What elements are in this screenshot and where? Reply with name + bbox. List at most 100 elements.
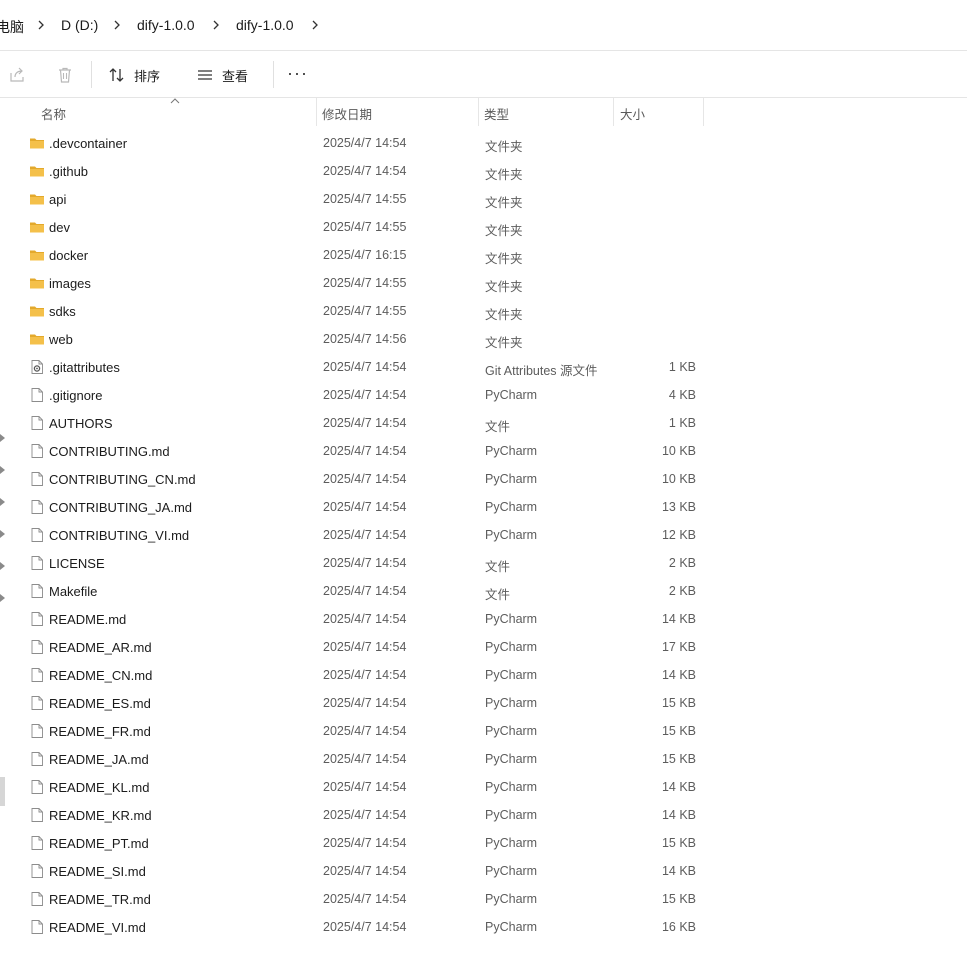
file-date-modified: 2025/4/7 14:54 — [323, 836, 407, 850]
file-row[interactable]: sdks 2025/4/7 14:55 文件夹 — [0, 297, 967, 325]
trash-icon[interactable] — [56, 66, 74, 84]
breadcrumb-this-pc[interactable]: 电脑 — [0, 17, 24, 37]
breadcrumb-dify-current[interactable]: dify-1.0.0 — [236, 17, 294, 33]
file-name: AUTHORS — [49, 416, 113, 431]
file-name: .gitignore — [49, 388, 103, 403]
sort-label: 排序 — [134, 68, 161, 84]
column-header-date[interactable]: 修改日期 — [322, 104, 372, 123]
file-row[interactable]: README_AR.md 2025/4/7 14:54 PyCharm 17 K… — [0, 633, 967, 661]
column-divider[interactable] — [316, 98, 317, 126]
file-row[interactable]: AUTHORS 2025/4/7 14:54 文件 1 KB — [0, 409, 967, 437]
column-header-size[interactable]: 大小 — [620, 104, 645, 123]
file-date-modified: 2025/4/7 14:55 — [323, 304, 407, 318]
file-size: 14 KB — [661, 808, 696, 822]
file-name: README_KL.md — [49, 780, 150, 795]
file-size: 4 KB — [668, 388, 696, 402]
file-date-modified: 2025/4/7 16:15 — [323, 248, 407, 262]
file-row[interactable]: .gitignore 2025/4/7 14:54 PyCharm 4 KB — [0, 381, 967, 409]
file-size: 16 KB — [661, 920, 696, 934]
file-name: CONTRIBUTING_JA.md — [49, 500, 193, 515]
file-size: 14 KB — [661, 780, 696, 794]
file-type: PyCharm — [485, 500, 538, 514]
column-divider[interactable] — [613, 98, 614, 126]
file-row[interactable]: Makefile 2025/4/7 14:54 文件 2 KB — [0, 577, 967, 605]
file-type: 文件夹 — [485, 168, 523, 182]
file-row[interactable]: README_CN.md 2025/4/7 14:54 PyCharm 14 K… — [0, 661, 967, 689]
file-row[interactable]: dev 2025/4/7 14:55 文件夹 — [0, 213, 967, 241]
file-row[interactable]: README_PT.md 2025/4/7 14:54 PyCharm 15 K… — [0, 829, 967, 857]
file-name: .gitattributes — [49, 360, 120, 375]
file-name: README_ES.md — [49, 696, 151, 711]
file-name: sdks — [49, 304, 76, 319]
file-icon — [29, 471, 45, 487]
file-row[interactable]: README_ES.md 2025/4/7 14:54 PyCharm 15 K… — [0, 689, 967, 717]
file-date-modified: 2025/4/7 14:54 — [323, 136, 407, 150]
file-row[interactable]: README_JA.md 2025/4/7 14:54 PyCharm 15 K… — [0, 745, 967, 773]
file-row[interactable]: README_VI.md 2025/4/7 14:54 PyCharm 16 K… — [0, 913, 967, 941]
file-row[interactable]: README_SI.md 2025/4/7 14:54 PyCharm 14 K… — [0, 857, 967, 885]
file-icon — [29, 723, 45, 739]
chevron-right-icon[interactable] — [308, 18, 322, 32]
file-size: 15 KB — [661, 836, 696, 850]
file-row[interactable]: README_KL.md 2025/4/7 14:54 PyCharm 14 K… — [0, 773, 967, 801]
toolbar-separator — [273, 61, 274, 88]
file-type: 文件夹 — [485, 140, 523, 154]
file-icon — [29, 527, 45, 543]
file-row[interactable]: CONTRIBUTING_CN.md 2025/4/7 14:54 PyChar… — [0, 465, 967, 493]
file-row[interactable]: api 2025/4/7 14:55 文件夹 — [0, 185, 967, 213]
file-row[interactable]: .gitattributes 2025/4/7 14:54 Git Attrib… — [0, 353, 967, 381]
file-type: PyCharm — [485, 780, 538, 794]
file-size: 2 KB — [668, 584, 696, 598]
file-date-modified: 2025/4/7 14:54 — [323, 444, 407, 458]
file-type: PyCharm — [485, 388, 538, 402]
file-icon — [29, 891, 45, 907]
file-size: 2 KB — [668, 556, 696, 570]
file-name: .devcontainer — [49, 136, 128, 151]
file-row[interactable]: README_KR.md 2025/4/7 14:54 PyCharm 14 K… — [0, 801, 967, 829]
file-icon — [29, 919, 45, 935]
file-row[interactable]: CONTRIBUTING_VI.md 2025/4/7 14:54 PyChar… — [0, 521, 967, 549]
toolbar-separator — [91, 61, 92, 88]
sort-button[interactable]: 排序 — [108, 65, 160, 85]
share-icon[interactable] — [8, 66, 26, 84]
chevron-right-icon[interactable] — [110, 18, 124, 32]
file-row[interactable]: CONTRIBUTING.md 2025/4/7 14:54 PyCharm 1… — [0, 437, 967, 465]
address-bar[interactable]: 电脑 D (D:) dify-1.0.0 dify-1.0.0 — [0, 0, 967, 51]
file-row[interactable]: CONTRIBUTING_JA.md 2025/4/7 14:54 PyChar… — [0, 493, 967, 521]
chevron-right-icon[interactable] — [209, 18, 223, 32]
file-type: PyCharm — [485, 864, 538, 878]
file-row[interactable]: LICENSE 2025/4/7 14:54 文件 2 KB — [0, 549, 967, 577]
file-type: 文件 — [485, 560, 511, 574]
breadcrumb-dify-parent[interactable]: dify-1.0.0 — [137, 17, 195, 33]
column-divider[interactable] — [478, 98, 479, 126]
file-row[interactable]: images 2025/4/7 14:55 文件夹 — [0, 269, 967, 297]
column-header-name[interactable]: 名称 — [41, 104, 66, 123]
view-list-icon — [198, 70, 212, 80]
file-size: 1 KB — [668, 416, 696, 430]
breadcrumb-drive-d[interactable]: D (D:) — [61, 17, 98, 33]
chevron-right-icon[interactable] — [34, 18, 48, 32]
file-row[interactable]: .devcontainer 2025/4/7 14:54 文件夹 — [0, 129, 967, 157]
file-date-modified: 2025/4/7 14:54 — [323, 752, 407, 766]
file-row[interactable]: docker 2025/4/7 16:15 文件夹 — [0, 241, 967, 269]
file-row[interactable]: README_TR.md 2025/4/7 14:54 PyCharm 15 K… — [0, 885, 967, 913]
column-divider[interactable] — [703, 98, 704, 126]
file-date-modified: 2025/4/7 14:54 — [323, 892, 407, 906]
file-row[interactable]: README.md 2025/4/7 14:54 PyCharm 14 KB — [0, 605, 967, 633]
file-type: PyCharm — [485, 836, 538, 850]
file-date-modified: 2025/4/7 14:55 — [323, 220, 407, 234]
file-name: README_SI.md — [49, 864, 146, 879]
file-icon — [29, 415, 45, 431]
column-header-type[interactable]: 类型 — [484, 104, 509, 123]
file-icon — [29, 499, 45, 515]
more-options-button[interactable]: ··· — [287, 63, 311, 87]
view-button[interactable]: 查看 — [196, 65, 248, 85]
command-bar: 排序 查看 ··· — [0, 51, 967, 98]
file-size: 13 KB — [661, 500, 696, 514]
view-label: 查看 — [222, 68, 249, 84]
file-row[interactable]: README_FR.md 2025/4/7 14:54 PyCharm 15 K… — [0, 717, 967, 745]
file-row[interactable]: web 2025/4/7 14:56 文件夹 — [0, 325, 967, 353]
file-date-modified: 2025/4/7 14:54 — [323, 696, 407, 710]
file-name: README_VI.md — [49, 920, 146, 935]
file-row[interactable]: .github 2025/4/7 14:54 文件夹 — [0, 157, 967, 185]
